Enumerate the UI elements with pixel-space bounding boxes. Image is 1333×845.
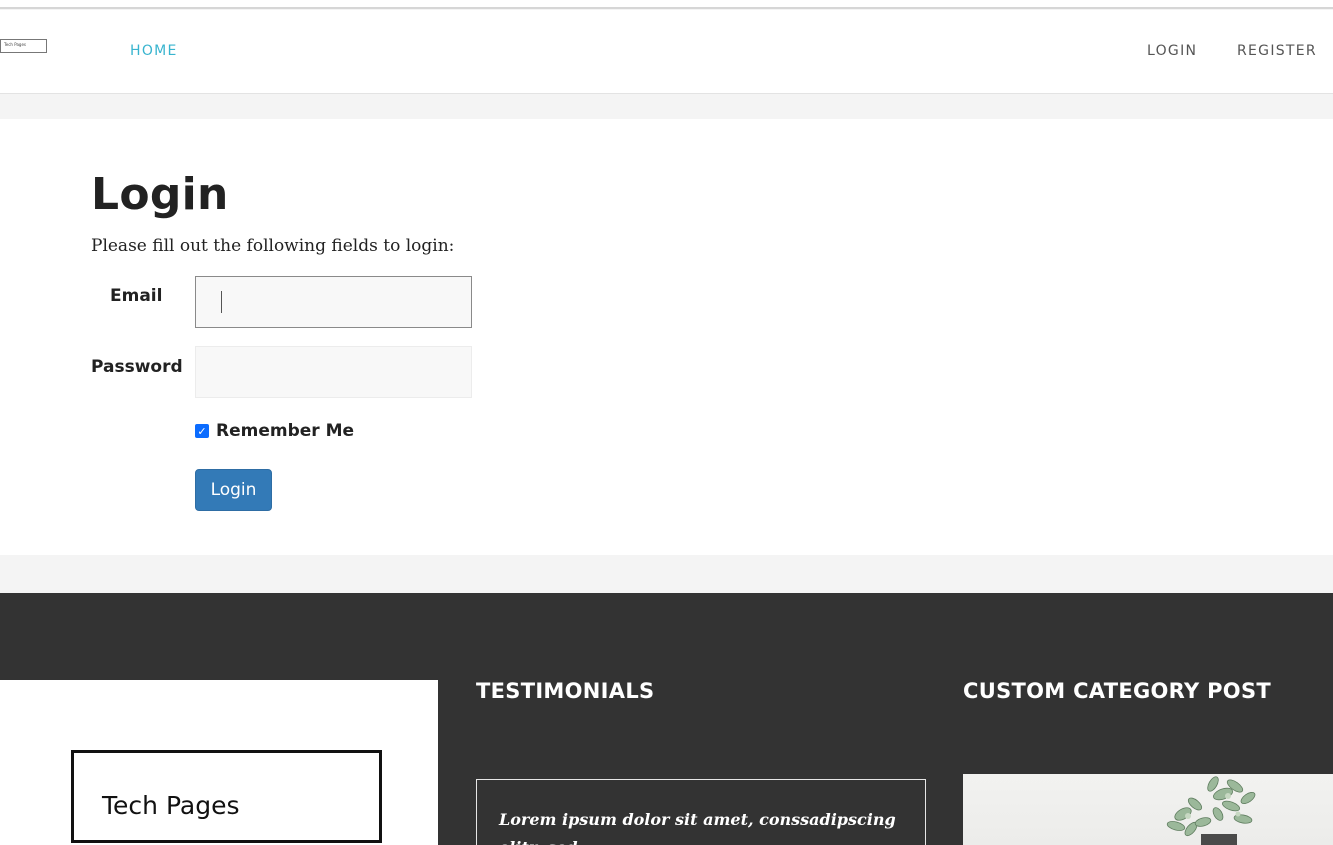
testimonial-card: Lorem ipsum dolor sit amet, conssadipsci… xyxy=(476,779,926,845)
email-label: Email xyxy=(110,286,163,306)
password-label: Password xyxy=(91,357,183,377)
remember-me-row[interactable]: ✓ Remember Me xyxy=(195,421,354,441)
custom-category-heading: CUSTOM CATEGORY POST xyxy=(963,679,1271,703)
page-subtitle: Please fill out the following fields to … xyxy=(91,236,455,256)
footer-logo-panel: Tech Pages xyxy=(0,680,438,845)
footer-logo[interactable]: Tech Pages xyxy=(71,750,382,843)
text-caret xyxy=(221,291,222,313)
custom-category-post-image[interactable] xyxy=(963,774,1333,845)
password-field[interactable] xyxy=(195,346,472,398)
testimonials-heading: TESTIMONIALS xyxy=(476,679,655,703)
page-title: Login xyxy=(91,169,229,220)
testimonial-text: Lorem ipsum dolor sit amet, conssadipsci… xyxy=(499,810,896,845)
login-section: Login Please fill out the following fiel… xyxy=(0,119,1333,555)
top-border xyxy=(0,0,1333,9)
nav-login-link[interactable]: LOGIN xyxy=(1147,43,1197,59)
nav-register-link[interactable]: REGISTER xyxy=(1237,43,1317,59)
nav-home-link[interactable]: HOME xyxy=(130,43,178,59)
remember-me-checkbox[interactable]: ✓ xyxy=(195,424,209,438)
site-logo[interactable]: Tech Pages xyxy=(0,39,47,53)
succulent-plant-image xyxy=(1166,776,1256,845)
remember-me-label[interactable]: Remember Me xyxy=(216,421,354,441)
footer-logo-text: Tech Pages xyxy=(102,791,240,820)
login-button[interactable]: Login xyxy=(195,469,272,511)
navbar: Tech Pages HOME LOGIN REGISTER xyxy=(0,10,1333,94)
email-field[interactable] xyxy=(195,276,472,328)
footer: Tech Pages TESTIMONIALS CUSTOM CATEGORY … xyxy=(0,593,1333,845)
